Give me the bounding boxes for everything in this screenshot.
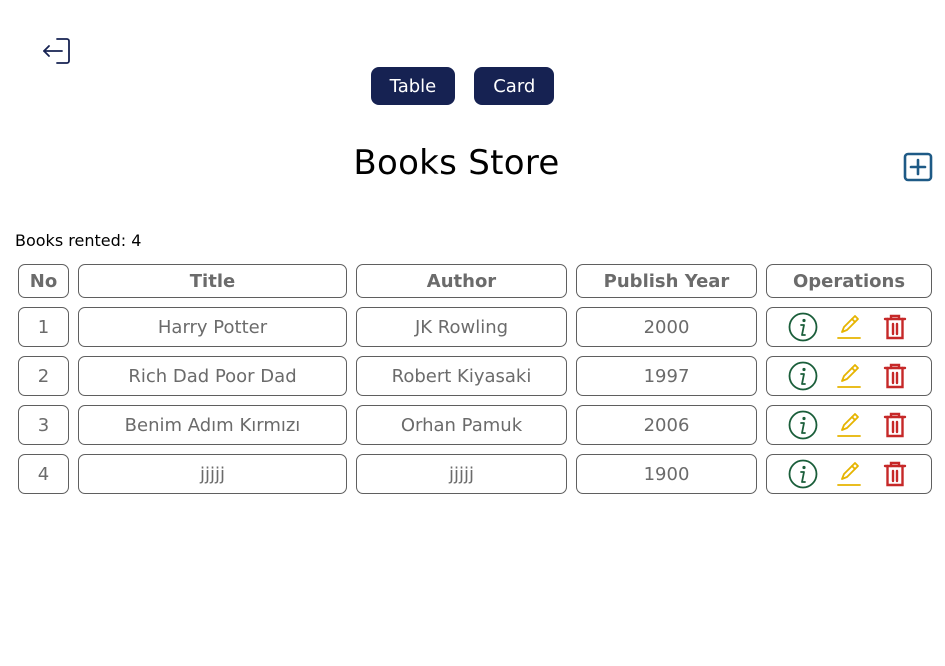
column-header-publish-year: Publish Year bbox=[576, 264, 757, 298]
edit-icon[interactable] bbox=[833, 458, 865, 490]
cell-title: Harry Potter bbox=[78, 307, 347, 347]
cell-operations bbox=[766, 356, 932, 396]
edit-icon[interactable] bbox=[833, 360, 865, 392]
view-toggle: Table Card bbox=[0, 67, 935, 105]
delete-icon[interactable] bbox=[879, 311, 911, 343]
column-header-operations: Operations bbox=[766, 264, 932, 298]
info-icon[interactable] bbox=[787, 360, 819, 392]
edit-icon[interactable] bbox=[833, 409, 865, 441]
cell-operations bbox=[766, 307, 932, 347]
cell-title: Benim Adım Kırmızı bbox=[78, 405, 347, 445]
cell-operations bbox=[766, 405, 932, 445]
cell-year: 2006 bbox=[576, 405, 757, 445]
table-row: 3 Benim Adım Kırmızı Orhan Pamuk 2006 bbox=[18, 405, 932, 445]
column-header-author: Author bbox=[356, 264, 567, 298]
table-view-button[interactable]: Table bbox=[370, 67, 456, 105]
operations-group bbox=[768, 311, 930, 343]
operations-group bbox=[768, 458, 930, 490]
cell-author: Robert Kiyasaki bbox=[356, 356, 567, 396]
cell-no: 3 bbox=[18, 405, 69, 445]
add-square-icon bbox=[903, 152, 933, 182]
info-icon[interactable] bbox=[787, 458, 819, 490]
delete-icon[interactable] bbox=[879, 409, 911, 441]
column-header-no: No bbox=[18, 264, 69, 298]
cell-author: Orhan Pamuk bbox=[356, 405, 567, 445]
cell-author: JK Rowling bbox=[356, 307, 567, 347]
table-row: 1 Harry Potter JK Rowling 2000 bbox=[18, 307, 932, 347]
info-icon[interactable] bbox=[787, 311, 819, 343]
cell-year: 1900 bbox=[576, 454, 757, 494]
cell-year: 1997 bbox=[576, 356, 757, 396]
cell-operations bbox=[766, 454, 932, 494]
cell-no: 2 bbox=[18, 356, 69, 396]
operations-group bbox=[768, 360, 930, 392]
table-header-row: No Title Author Publish Year Operations bbox=[18, 264, 932, 298]
info-icon[interactable] bbox=[787, 409, 819, 441]
cell-title: jjjjj bbox=[78, 454, 347, 494]
column-header-title: Title bbox=[78, 264, 347, 298]
operations-group bbox=[768, 409, 930, 441]
cell-title: Rich Dad Poor Dad bbox=[78, 356, 347, 396]
add-book-button[interactable] bbox=[903, 152, 933, 182]
cell-author: jjjjj bbox=[356, 454, 567, 494]
table-row: 4 jjjjj jjjjj 1900 bbox=[18, 454, 932, 494]
books-rented-count: Books rented: 4 bbox=[15, 231, 142, 250]
page-title: Books Store bbox=[353, 143, 560, 183]
card-view-button[interactable]: Card bbox=[474, 67, 555, 105]
logout-icon bbox=[43, 38, 70, 64]
delete-icon[interactable] bbox=[879, 360, 911, 392]
table-row: 2 Rich Dad Poor Dad Robert Kiyasaki 1997 bbox=[18, 356, 932, 396]
logout-button[interactable] bbox=[40, 35, 72, 67]
cell-no: 1 bbox=[18, 307, 69, 347]
cell-year: 2000 bbox=[576, 307, 757, 347]
books-table: No Title Author Publish Year Operations … bbox=[9, 255, 941, 503]
cell-no: 4 bbox=[18, 454, 69, 494]
edit-icon[interactable] bbox=[833, 311, 865, 343]
delete-icon[interactable] bbox=[879, 458, 911, 490]
